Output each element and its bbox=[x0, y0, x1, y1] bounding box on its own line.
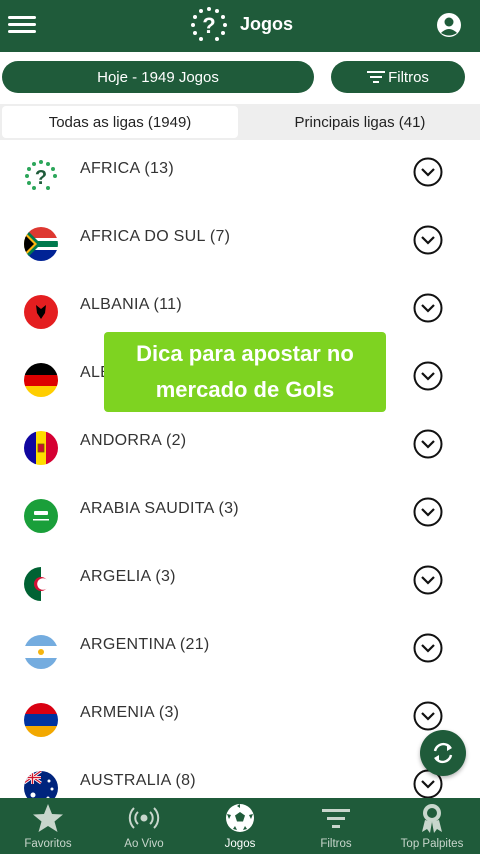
league-tabs: Todas as ligas (1949) Principais ligas (… bbox=[0, 104, 480, 140]
argentina-flag bbox=[24, 635, 58, 669]
tip-caption-overlay: Dica para apostar no mercado de Gols bbox=[104, 332, 386, 412]
league-name: ARGELIA (3) bbox=[80, 568, 176, 585]
andorra-flag bbox=[24, 431, 58, 465]
svg-text:?: ? bbox=[35, 167, 47, 189]
question-logo-icon: ? bbox=[191, 7, 227, 41]
soccer-ball-icon bbox=[226, 804, 254, 832]
chevron-down-icon[interactable] bbox=[413, 497, 443, 527]
armenia-flag bbox=[24, 703, 58, 737]
germany-flag bbox=[24, 363, 58, 397]
tab-all-leagues[interactable]: Todas as ligas (1949) bbox=[2, 106, 238, 138]
league-name: AFRICA (13) bbox=[80, 160, 174, 177]
page-title: Jogos bbox=[240, 14, 294, 34]
user-circle-icon[interactable] bbox=[436, 12, 462, 38]
nav-ao-vivo[interactable]: Ao Vivo bbox=[96, 798, 192, 854]
nav-filtros[interactable]: Filtros bbox=[288, 798, 384, 854]
refresh-button[interactable] bbox=[420, 730, 466, 776]
nav-top-palpites[interactable]: Top Palpites bbox=[384, 798, 480, 854]
league-name: AFRICA DO SUL (7) bbox=[80, 228, 231, 245]
nav-label: Favoritos bbox=[24, 838, 72, 850]
broadcast-icon bbox=[128, 807, 160, 829]
filter-icon bbox=[322, 809, 350, 828]
top-app-bar: ? Jogos bbox=[0, 0, 480, 52]
nav-favoritos[interactable]: Favoritos bbox=[0, 798, 96, 854]
league-name: ANDORRA (2) bbox=[80, 432, 187, 449]
star-icon bbox=[33, 804, 63, 832]
chevron-down-icon[interactable] bbox=[413, 293, 443, 323]
league-name: ARABIA SAUDITA (3) bbox=[80, 500, 239, 517]
list-item[interactable]: ARABIA SAUDITA (3) bbox=[0, 482, 480, 550]
list-item[interactable]: AFRICA DO SUL (7) bbox=[0, 210, 480, 278]
list-item[interactable]: ARMENIA (3) bbox=[0, 686, 480, 754]
list-item[interactable]: ARGELIA (3) bbox=[0, 550, 480, 618]
chevron-down-icon[interactable] bbox=[413, 701, 443, 731]
list-item[interactable]: ? AFRICA (13) bbox=[0, 142, 480, 210]
date-label: Hoje - 1949 Jogos bbox=[97, 68, 219, 86]
tab-main-leagues[interactable]: Principais ligas (41) bbox=[242, 106, 478, 138]
list-item[interactable]: ARGENTINA (21) bbox=[0, 618, 480, 686]
albania-flag bbox=[24, 295, 58, 329]
caption-line-2: mercado de Gols bbox=[155, 377, 335, 402]
saudi-arabia-flag bbox=[24, 499, 58, 533]
chevron-down-icon[interactable] bbox=[413, 633, 443, 663]
svg-text:?: ? bbox=[202, 13, 215, 38]
filter-bar: Hoje - 1949 Jogos Filtros bbox=[0, 52, 480, 104]
list-item[interactable]: AUSTRALIA (8) bbox=[0, 754, 480, 798]
date-selector-button[interactable]: Hoje - 1949 Jogos bbox=[2, 61, 314, 93]
filter-icon bbox=[367, 71, 386, 83]
hamburger-icon[interactable] bbox=[8, 12, 36, 38]
league-name: AUSTRALIA (8) bbox=[80, 772, 196, 789]
chevron-down-icon[interactable] bbox=[413, 157, 443, 187]
filters-button[interactable]: Filtros bbox=[331, 61, 465, 93]
bottom-navigation: Favoritos Ao Vivo Jogos Filtros Top Palp… bbox=[0, 798, 480, 854]
league-list: ? AFRICA (13) AFRICA DO SUL (7) ALBANIA … bbox=[0, 142, 480, 798]
caption-line-1: Dica para apostar no bbox=[136, 341, 354, 366]
algeria-flag bbox=[24, 567, 58, 601]
chevron-down-icon[interactable] bbox=[413, 361, 443, 391]
league-name: ARMENIA (3) bbox=[80, 704, 180, 721]
south-africa-flag bbox=[24, 227, 58, 261]
nav-label: Top Palpites bbox=[400, 838, 464, 850]
nav-jogos[interactable]: Jogos bbox=[192, 798, 288, 854]
award-icon bbox=[422, 804, 442, 833]
league-name: ALBANIA (11) bbox=[80, 296, 183, 313]
chevron-down-icon[interactable] bbox=[413, 225, 443, 255]
refresh-icon bbox=[433, 742, 453, 764]
nav-label: Ao Vivo bbox=[124, 838, 164, 850]
nav-label: Filtros bbox=[320, 838, 352, 850]
australia-flag bbox=[24, 771, 58, 798]
chevron-down-icon[interactable] bbox=[413, 565, 443, 595]
chevron-down-icon[interactable] bbox=[413, 429, 443, 459]
league-name: ARGENTINA (21) bbox=[80, 636, 210, 653]
nav-label: Jogos bbox=[224, 838, 256, 850]
list-item[interactable]: ANDORRA (2) bbox=[0, 414, 480, 482]
africa-icon: ? bbox=[25, 160, 57, 190]
filters-label: Filtros bbox=[388, 68, 429, 86]
